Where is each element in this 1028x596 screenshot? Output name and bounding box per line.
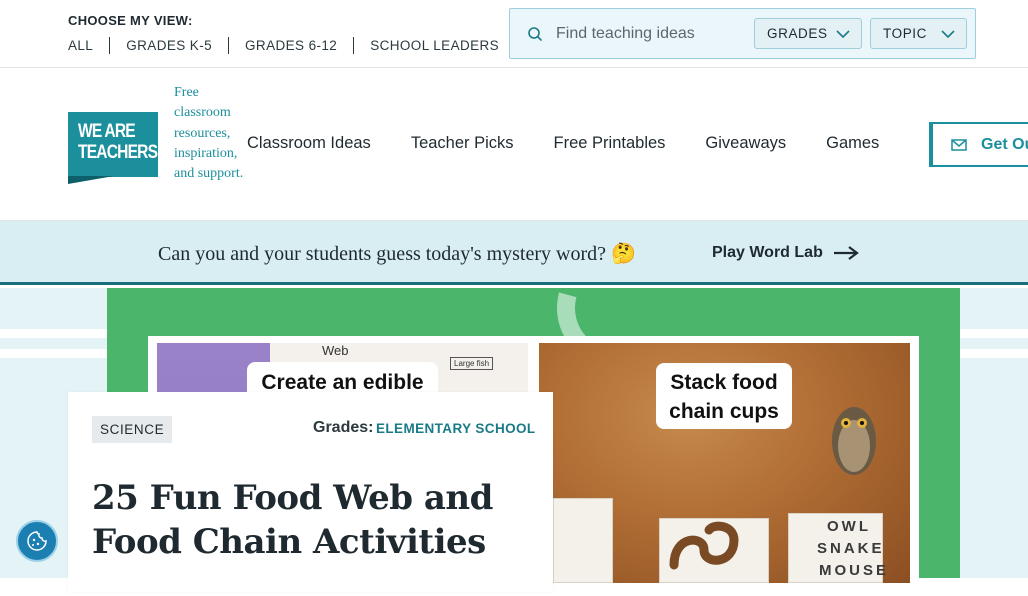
- decor-stripe: [0, 349, 120, 358]
- nav-item-free-printables[interactable]: Free Printables: [554, 134, 666, 153]
- topic-dropdown[interactable]: TOPIC: [870, 18, 967, 49]
- nav-item-games[interactable]: Games: [826, 134, 879, 153]
- category-badge[interactable]: SCIENCE: [92, 416, 173, 443]
- nav-item-classroom-ideas[interactable]: Classroom Ideas: [247, 134, 371, 153]
- grades-dropdown[interactable]: GRADES: [754, 18, 862, 49]
- paper-word-large-fish: Large fish: [450, 357, 494, 370]
- cup-label-owl: OWL: [827, 518, 871, 535]
- nav-item-giveaways[interactable]: Giveaways: [705, 134, 786, 153]
- view-link-school-leaders[interactable]: SCHOOL LEADERS: [353, 37, 515, 54]
- cookie-settings-button[interactable]: [16, 520, 58, 562]
- grades-label: Grades:: [313, 419, 374, 436]
- promo-banner: Can you and your students guess today's …: [0, 221, 1028, 285]
- newsletter-button-label: Get Ou: [981, 135, 1028, 153]
- site-header: WE ARE TEACHERS Free classroom resources…: [0, 68, 1028, 221]
- view-link-all[interactable]: ALL: [68, 37, 109, 54]
- owl-illustration: [832, 407, 876, 475]
- cup-label-mouse: MOUSE: [819, 562, 890, 579]
- site-logo[interactable]: WE ARE TEACHERS: [68, 112, 158, 177]
- cup-stack-left: [553, 498, 613, 583]
- site-tagline: Free classroom resources, inspiration, a…: [174, 85, 244, 182]
- article-title: 25 Fun Food Web and Food Chain Activitie…: [92, 478, 493, 562]
- top-utility-bar: CHOOSE MY VIEW: ALL GRADES K-5 GRADES 6-…: [0, 0, 1028, 68]
- view-selector-links: ALL GRADES K-5 GRADES 6-12 SCHOOL LEADER…: [68, 37, 515, 54]
- logo-text: WE ARE TEACHERS: [78, 121, 158, 163]
- chevron-down-icon: [941, 30, 955, 39]
- cup-label-snake: SNAKE: [817, 540, 885, 557]
- cookie-icon: [27, 531, 47, 551]
- nav-item-teacher-picks[interactable]: Teacher Picks: [411, 134, 514, 153]
- view-link-grades-k5[interactable]: GRADES K-5: [109, 37, 228, 54]
- chevron-down-icon: [836, 30, 850, 39]
- search-bar: GRADES TOPIC: [509, 8, 976, 59]
- grades-dropdown-label: GRADES: [767, 26, 828, 41]
- main-nav: Classroom Ideas Teacher Picks Free Print…: [247, 134, 919, 153]
- paper-word-web: Web: [322, 343, 349, 358]
- snake-illustration: [669, 521, 739, 570]
- grades-value-link[interactable]: ELEMENTARY SCHOOL: [376, 421, 536, 436]
- search-icon[interactable]: [527, 26, 543, 42]
- play-word-lab-link[interactable]: Play Word Lab: [712, 244, 859, 262]
- decor-stripe: [960, 349, 1028, 358]
- mail-icon: [951, 138, 967, 151]
- view-link-grades-6-12[interactable]: GRADES 6-12: [228, 37, 353, 54]
- caption-stack-cups: Stack food chain cups: [656, 363, 792, 429]
- newsletter-button[interactable]: Get Ou: [929, 122, 1028, 167]
- topic-dropdown-label: TOPIC: [883, 26, 928, 41]
- view-selector-label: CHOOSE MY VIEW:: [68, 13, 193, 28]
- promo-banner-text: Can you and your students guess today's …: [158, 243, 636, 265]
- decor-stripe: [0, 329, 120, 338]
- logo-tail: [68, 176, 114, 184]
- play-word-lab-label: Play Word Lab: [712, 244, 823, 261]
- article-card: SCIENCE Grades: ELEMENTARY SCHOOL 25 Fun…: [68, 392, 553, 592]
- decor-stripe: [960, 329, 1028, 338]
- arrow-right-icon: [833, 246, 859, 260]
- search-input[interactable]: [556, 22, 746, 46]
